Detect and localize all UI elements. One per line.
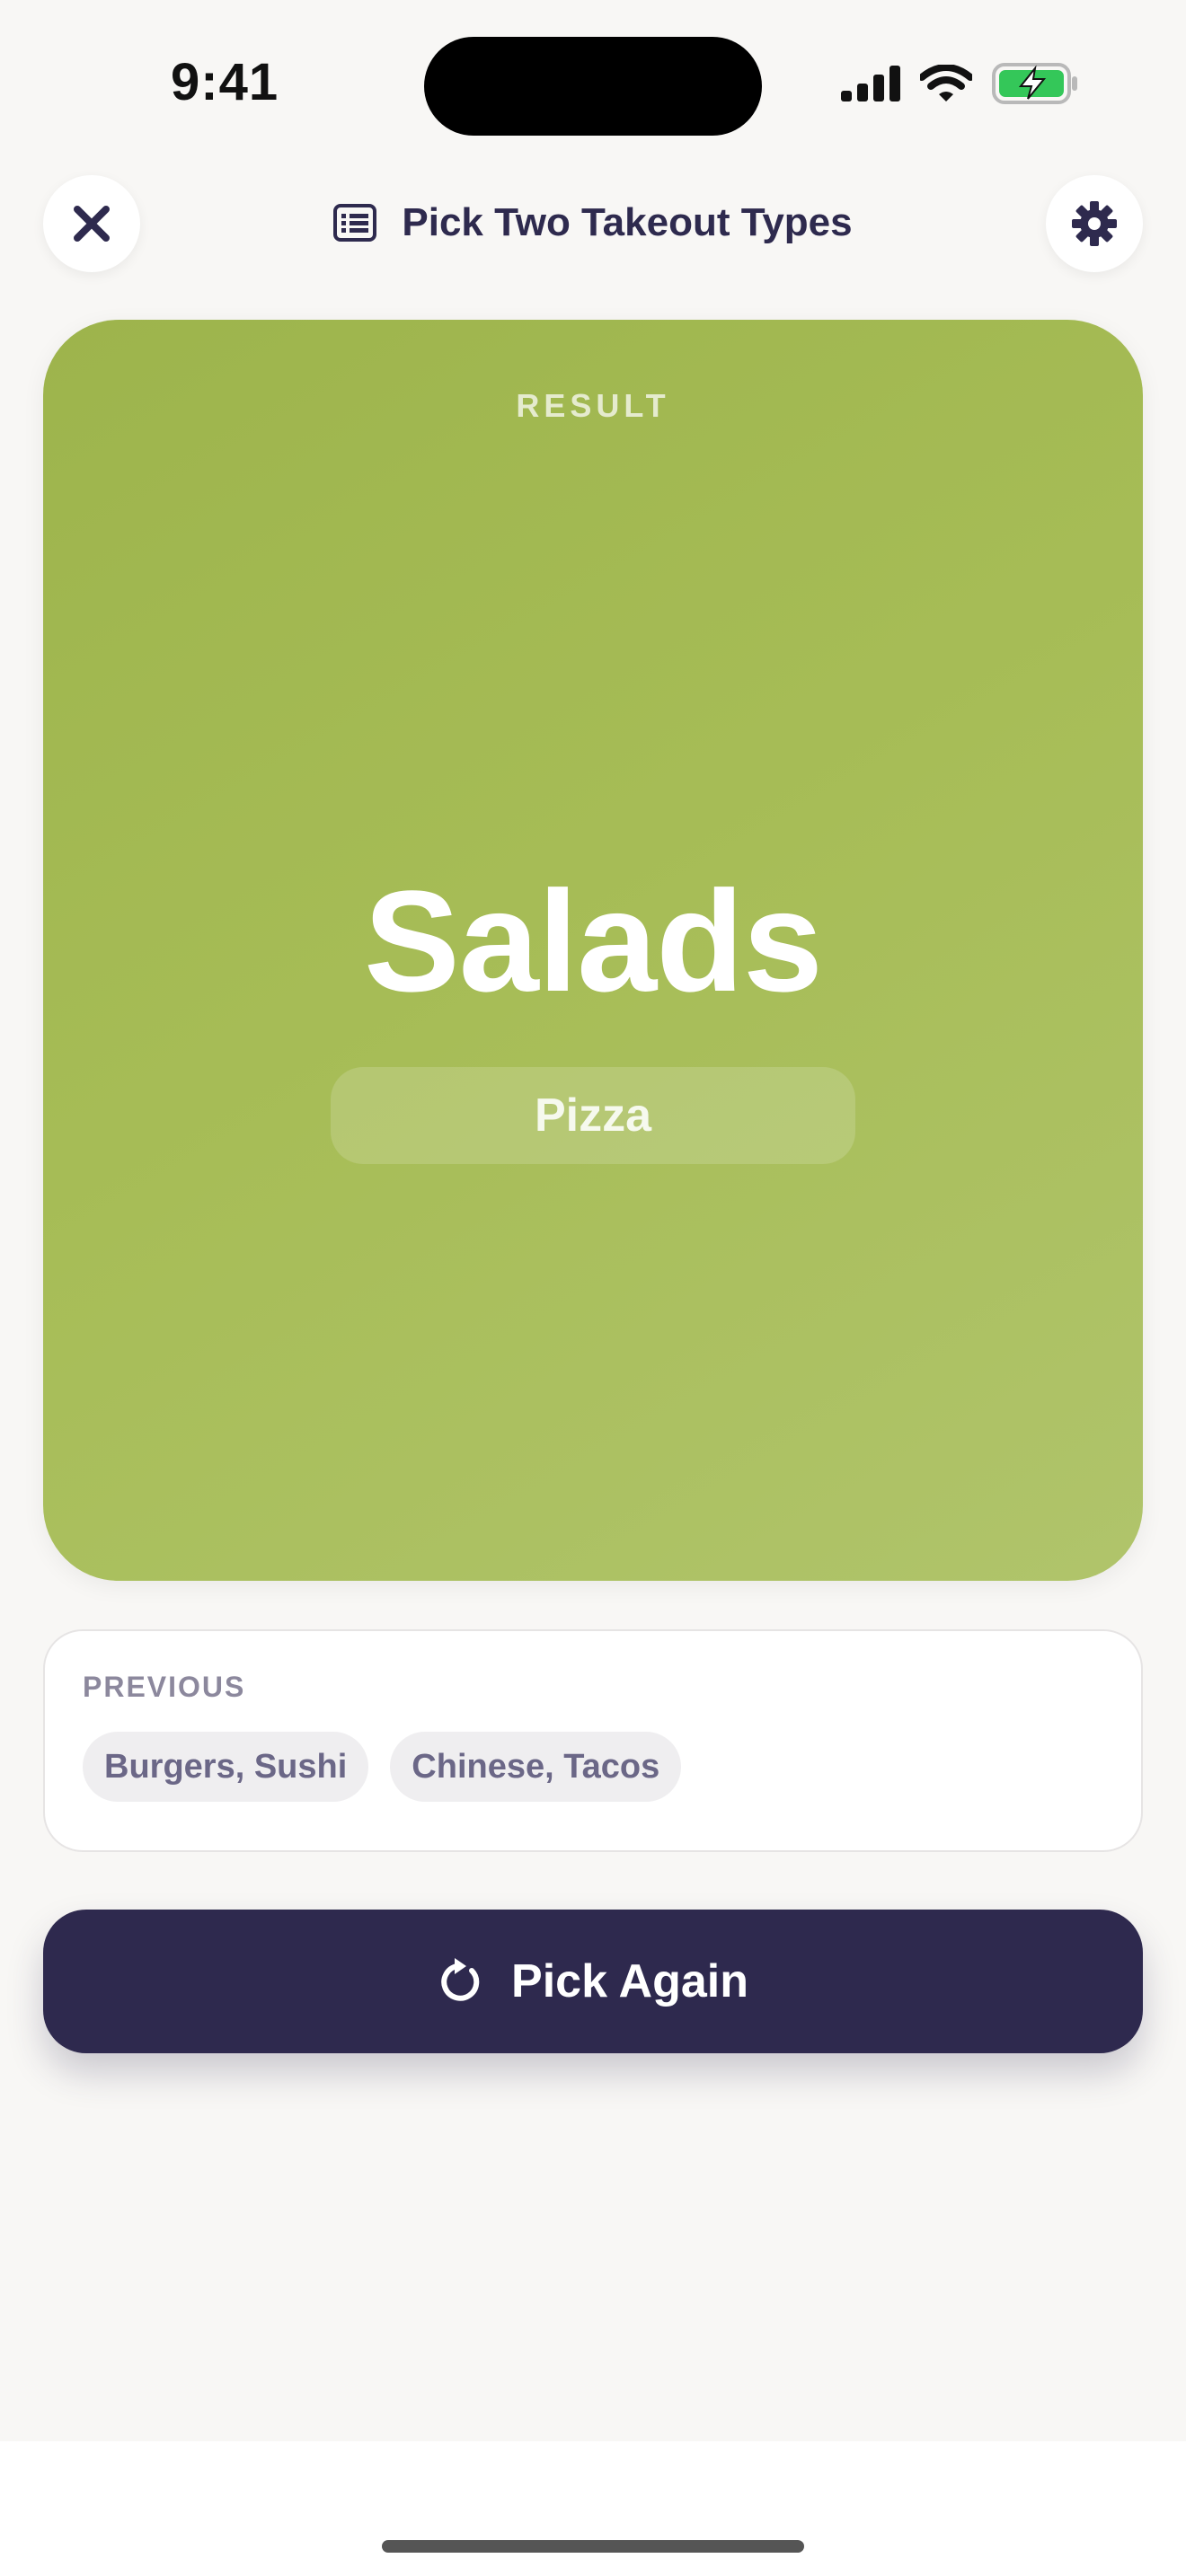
page-title: Pick Two Takeout Types xyxy=(402,200,853,244)
result-card: RESULT Salads Pizza xyxy=(43,320,1143,1581)
previous-label: PREVIOUS xyxy=(83,1671,246,1703)
previous-list: Burgers, Sushi Chinese, Tacos xyxy=(83,1732,682,1802)
list-icon xyxy=(333,204,377,242)
title-group: Pick Two Takeout Types xyxy=(0,200,1186,245)
status-bar: 9:41 xyxy=(0,0,1186,162)
status-time: 9:41 xyxy=(171,53,279,111)
home-indicator[interactable] xyxy=(382,2540,804,2553)
result-label: RESULT xyxy=(516,387,670,424)
refresh-icon xyxy=(441,1958,480,2001)
previous-card: PREVIOUS Burgers, Sushi Chinese, Tacos xyxy=(43,1629,1143,1852)
previous-chip[interactable]: Chinese, Tacos xyxy=(390,1732,682,1802)
status-icons xyxy=(841,63,1078,104)
result-primary: Salads xyxy=(364,860,823,1021)
dynamic-island xyxy=(424,37,762,136)
cellular-signal-icon xyxy=(841,66,900,101)
bottom-safe-area xyxy=(0,2441,1186,2576)
settings-button[interactable] xyxy=(1046,175,1143,272)
pick-again-button[interactable]: Pick Again xyxy=(43,1910,1143,2053)
battery-charging-icon xyxy=(992,63,1077,104)
pick-again-label: Pick Again xyxy=(511,1955,748,2007)
previous-chip[interactable]: Burgers, Sushi xyxy=(83,1732,369,1802)
gear-icon xyxy=(1072,201,1117,246)
top-bar: Pick Two Takeout Types xyxy=(0,175,1186,274)
result-secondary: Pizza xyxy=(331,1067,855,1164)
wifi-icon xyxy=(920,65,972,101)
